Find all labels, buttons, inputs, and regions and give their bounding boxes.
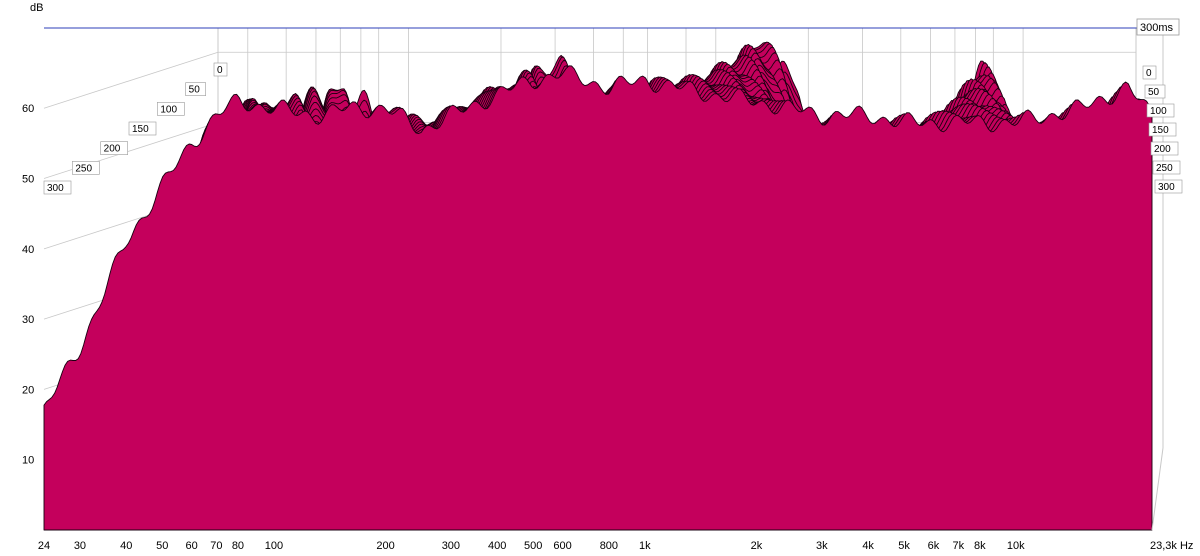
x-tick-label: 4k — [862, 540, 874, 552]
x-tick-label: 60 — [185, 540, 197, 552]
depth-axis-line — [1151, 447, 1164, 531]
x-tick-label: 3k — [816, 540, 828, 552]
x-tick-label: 6k — [928, 540, 940, 552]
time-tick-left: 100 — [157, 102, 185, 116]
y-tick-label: 60 — [22, 103, 34, 115]
x-tick-label: 500 — [524, 540, 542, 552]
x-tick-label: 23,3k Hz — [1150, 540, 1193, 552]
y-tick-label: 20 — [22, 384, 34, 396]
x-tick-label: 30 — [74, 540, 86, 552]
x-tick-label: 70 — [210, 540, 222, 552]
y-axis-label: dB — [30, 2, 43, 14]
x-tick-label: 1k — [639, 540, 651, 552]
svg-text:50: 50 — [1148, 87, 1160, 98]
x-tick-label: 800 — [600, 540, 618, 552]
x-tick-label: 10k — [1007, 540, 1025, 552]
x-tick-label: 50 — [156, 540, 168, 552]
svg-text:0: 0 — [217, 65, 223, 76]
decay-slices — [43, 41, 1153, 531]
x-tick-label: 300 — [442, 540, 460, 552]
svg-text:300: 300 — [47, 183, 64, 194]
svg-text:50: 50 — [189, 85, 201, 96]
x-tick-label: 400 — [488, 540, 506, 552]
x-tick-label: 600 — [553, 540, 571, 552]
svg-text:300ms: 300ms — [1140, 22, 1174, 34]
time-tick-right: 250 — [1152, 160, 1181, 175]
svg-text:200: 200 — [104, 144, 121, 155]
time-tick-left: 0 — [213, 62, 228, 77]
time-tick-left: 200 — [100, 141, 128, 155]
x-tick-label: 40 — [120, 540, 132, 552]
svg-text:150: 150 — [1152, 125, 1169, 136]
x-tick-label: 7k — [952, 540, 964, 552]
x-tick-label: 24 — [38, 540, 50, 552]
time-tick-right: 0 — [1142, 65, 1157, 80]
x-tick-label: 2k — [751, 540, 763, 552]
y-gridline — [43, 51, 219, 109]
svg-text:250: 250 — [75, 163, 92, 174]
time-tick-left: 300 — [43, 180, 72, 195]
decay-slice — [43, 65, 1153, 531]
svg-text:300: 300 — [1158, 182, 1175, 193]
time-tick-right: 200 — [1150, 141, 1179, 156]
svg-text:100: 100 — [1150, 106, 1167, 117]
back-time-label: 300ms — [1136, 18, 1180, 36]
waterfall-chart: dB 10 20 30 40 50 60 24 30 40 50 60 70 80 100 200 300 400… — [0, 0, 1200, 556]
y-tick-label: 10 — [22, 455, 34, 467]
x-tick-label: 80 — [232, 540, 244, 552]
time-tick-left: 50 — [185, 82, 206, 96]
svg-text:100: 100 — [160, 104, 177, 115]
time-tick-right: 50 — [1144, 84, 1166, 99]
time-tick-right: 300 — [1154, 179, 1183, 194]
svg-text:200: 200 — [1154, 144, 1171, 155]
waterfall-plot: dB 10 20 30 40 50 60 24 30 40 50 60 70 80 100 200 300 400… — [22, 2, 1193, 552]
svg-text:250: 250 — [1156, 163, 1173, 174]
time-tick-left: 150 — [128, 121, 157, 136]
time-tick-right: 150 — [1148, 122, 1177, 137]
time-tick-right: 100 — [1146, 103, 1175, 118]
time-tick-left: 250 — [72, 161, 100, 175]
y-tick-label: 30 — [22, 314, 34, 326]
svg-text:150: 150 — [132, 124, 149, 135]
svg-text:0: 0 — [1146, 68, 1152, 79]
y-tick-label: 40 — [22, 244, 34, 256]
x-tick-label: 100 — [265, 540, 283, 552]
x-tick-label: 200 — [376, 540, 394, 552]
x-tick-label: 8k — [974, 540, 986, 552]
y-tick-label: 50 — [22, 174, 34, 186]
x-tick-label: 5k — [898, 540, 910, 552]
